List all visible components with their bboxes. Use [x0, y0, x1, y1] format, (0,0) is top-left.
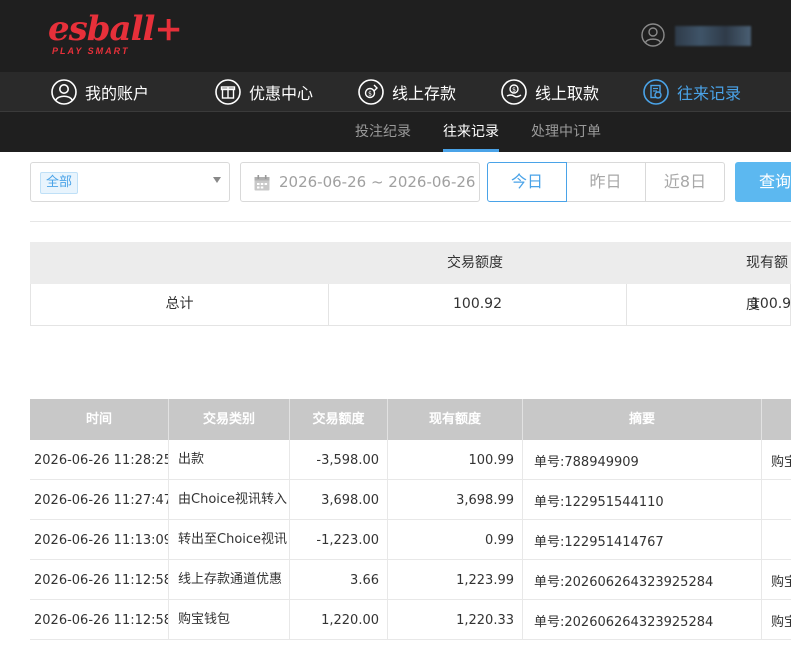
cell-summary: 单号:122951414767: [523, 520, 762, 560]
summary-amount: 100.92: [329, 284, 627, 325]
cell-amount: 3,698.00: [290, 480, 388, 520]
cell-time: 2026-06-26 11:13:09: [30, 520, 169, 560]
sub-nav: 投注纪录 往来记录 处理中订单: [0, 112, 791, 152]
withdraw-icon: $: [501, 79, 527, 105]
tab-transaction-records[interactable]: 往来记录: [443, 112, 499, 152]
nav-deposit[interactable]: $ 线上存款: [358, 72, 456, 112]
cell-category: 购宝钱包: [169, 600, 290, 640]
header-summary: 摘要: [523, 399, 762, 440]
divider: [30, 221, 791, 222]
user-circle-icon: [51, 79, 77, 105]
nav-records[interactable]: 往来记录: [643, 72, 741, 112]
main-nav: 我的账户 优惠中心 $ 线上存款 $ 线上取款 往来记录: [0, 72, 791, 112]
selected-type-tag: 全部: [40, 172, 79, 194]
cell-category: 转出至Choice视讯: [169, 520, 290, 560]
cell-extra: [762, 480, 791, 520]
cell-summary: 单号:788949909: [523, 440, 762, 480]
nav-label: 优惠中心: [249, 84, 314, 103]
tab-pending-orders[interactable]: 处理中订单: [531, 112, 601, 152]
cell-extra: 购宝: [762, 560, 791, 600]
username-blurred: [675, 26, 751, 46]
nav-label: 我的账户: [85, 84, 150, 103]
summary-header-amount: 交易额度: [447, 255, 503, 271]
calendar-icon: [254, 175, 270, 191]
table-row: 2026-06-26 11:27:47 由Choice视讯转入 3,698.00…: [30, 480, 791, 520]
records-icon: [643, 79, 669, 105]
cell-summary: 单号:202606264323925284: [523, 600, 762, 640]
nav-my-account[interactable]: 我的账户: [51, 72, 149, 112]
transaction-table: 时间 交易类别 交易额度 现有额度 摘要 2026-06-26 11:28:25…: [30, 399, 791, 640]
cell-balance: 3,698.99: [388, 480, 523, 520]
table-row: 2026-06-26 11:28:25 出款 -3,598.00 100.99 …: [30, 440, 791, 480]
cell-balance: 0.99: [388, 520, 523, 560]
quick-today-button[interactable]: 今日: [487, 162, 567, 202]
logo-text: esball+: [48, 9, 183, 49]
quick-8days-button[interactable]: 近8日: [645, 162, 725, 202]
cell-amount: 1,220.00: [290, 600, 388, 640]
cell-extra: 购宝: [762, 440, 791, 480]
date-range-value: 2026-06-26 ~ 2026-06-26: [279, 173, 476, 191]
summary-label: 总计: [31, 284, 329, 325]
nav-label: 线上取款: [535, 84, 600, 103]
cell-time: 2026-06-26 11:12:58: [30, 560, 169, 600]
header-balance: 现有额度: [388, 399, 523, 440]
cell-category: 线上存款通道优惠: [169, 560, 290, 600]
table-row: 2026-06-26 11:12:58 购宝钱包 1,220.00 1,220.…: [30, 600, 791, 640]
quick-yesterday-button[interactable]: 昨日: [566, 162, 646, 202]
logo-tagline: PLAY SMART: [52, 46, 130, 56]
date-range-picker[interactable]: 2026-06-26 ~ 2026-06-26: [240, 162, 480, 202]
cell-amount: -3,598.00: [290, 440, 388, 480]
cell-time: 2026-06-26 11:12:58: [30, 600, 169, 640]
search-button[interactable]: 查询: [735, 162, 791, 202]
header-time: 时间: [30, 399, 169, 440]
nav-withdraw[interactable]: $ 线上取款: [501, 72, 599, 112]
cell-category: 由Choice视讯转入: [169, 480, 290, 520]
svg-text:$: $: [512, 86, 516, 93]
header-category: 交易类别: [169, 399, 290, 440]
summary-total-row: 总计 100.92 100.9: [30, 284, 791, 326]
summary-table-header: 交易额度 现有额度: [30, 242, 791, 313]
brand-logo[interactable]: esball+ PLAY SMART: [48, 10, 183, 58]
table-row: 2026-06-26 11:13:09 转出至Choice视讯 -1,223.0…: [30, 520, 791, 560]
svg-text:$: $: [368, 91, 372, 98]
cell-balance: 100.99: [388, 440, 523, 480]
caret-down-icon: [213, 177, 221, 183]
header-extra: [762, 399, 791, 440]
nav-label: 往来记录: [677, 84, 742, 103]
top-header: esball+ PLAY SMART: [0, 0, 791, 72]
tab-bet-records[interactable]: 投注纪录: [355, 112, 411, 152]
cell-balance: 1,223.99: [388, 560, 523, 600]
cell-time: 2026-06-26 11:28:25: [30, 440, 169, 480]
cell-category: 出款: [169, 440, 290, 480]
header-amount: 交易额度: [290, 399, 388, 440]
deposit-icon: $: [358, 79, 384, 105]
account-avatar-icon[interactable]: [641, 23, 665, 47]
cell-summary: 单号:202606264323925284: [523, 560, 762, 600]
cell-amount: -1,223.00: [290, 520, 388, 560]
cell-time: 2026-06-26 11:27:47: [30, 480, 169, 520]
cell-amount: 3.66: [290, 560, 388, 600]
gift-icon: [215, 79, 241, 105]
cell-extra: [762, 520, 791, 560]
summary-balance: 100.9: [751, 296, 791, 312]
nav-promotions[interactable]: 优惠中心: [215, 72, 313, 112]
nav-label: 线上存款: [392, 84, 457, 103]
cell-summary: 单号:122951544110: [523, 480, 762, 520]
transaction-table-header: 时间 交易类别 交易额度 现有额度 摘要: [30, 399, 791, 440]
table-row: 2026-06-26 11:12:58 线上存款通道优惠 3.66 1,223.…: [30, 560, 791, 600]
cell-balance: 1,220.33: [388, 600, 523, 640]
cell-extra: 购宝: [762, 600, 791, 640]
transaction-type-select[interactable]: 全部: [30, 162, 230, 202]
